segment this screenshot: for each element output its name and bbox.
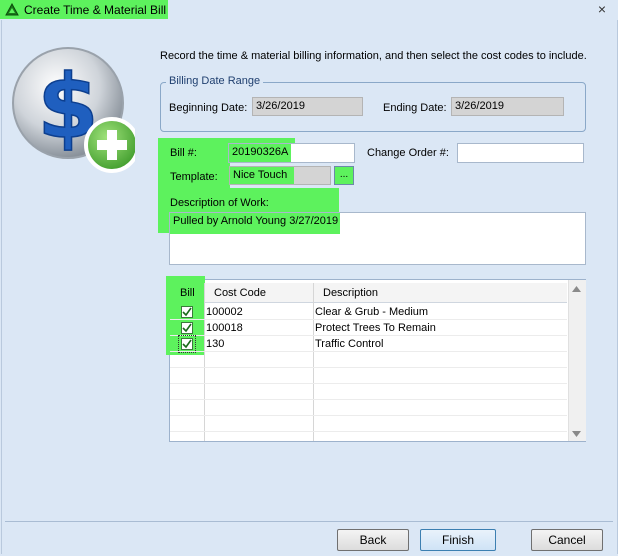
billing-date-range-title: Billing Date Range xyxy=(166,75,264,87)
row-divider xyxy=(170,383,567,384)
row-2-cost-code: 100018 xyxy=(206,322,243,334)
ending-date-field: 3/26/2019 xyxy=(451,97,564,116)
beginning-date-field: 3/26/2019 xyxy=(252,97,363,116)
row-3-cost-code: 130 xyxy=(206,338,225,350)
finish-button[interactable]: Finish xyxy=(420,529,496,551)
app-triangle-icon xyxy=(5,3,19,16)
grid-col-separator xyxy=(204,283,205,441)
beginning-date-label: Beginning Date: xyxy=(169,102,248,114)
checkmark-icon xyxy=(182,339,192,349)
ending-date-label: Ending Date: xyxy=(383,102,447,114)
money-add-logo-icon: $ xyxy=(12,47,135,173)
instructions-text: Record the time & material billing infor… xyxy=(160,50,587,62)
row-3-description: Traffic Control xyxy=(315,338,384,350)
row-2-description: Protect Trees To Remain xyxy=(315,322,436,334)
bill-number-label: Bill #: xyxy=(170,147,197,159)
row-divider xyxy=(170,351,567,352)
row-divider xyxy=(170,415,567,416)
template-label: Template: xyxy=(170,171,218,183)
close-button[interactable]: × xyxy=(595,1,609,17)
description-of-work-label: Description of Work: xyxy=(170,197,269,209)
row-1-cost-code: 100002 xyxy=(206,306,243,318)
checkmark-icon xyxy=(182,323,192,333)
grid-vertical-scrollbar[interactable] xyxy=(568,280,586,441)
description-of-work-input[interactable]: Pulled by Arnold Young 3/27/2019 xyxy=(169,212,586,265)
template-browse-button[interactable]: ... xyxy=(334,166,354,185)
scroll-up-arrow-icon[interactable] xyxy=(572,286,581,292)
row-divider xyxy=(170,431,567,432)
row-1-description: Clear & Grub - Medium xyxy=(315,306,429,318)
scroll-down-arrow-icon[interactable] xyxy=(572,431,581,437)
row-divider xyxy=(170,399,567,400)
checkmark-icon xyxy=(182,307,192,317)
back-button[interactable]: Back xyxy=(337,529,409,551)
change-order-input[interactable] xyxy=(457,143,584,163)
row-1-bill-checkbox[interactable] xyxy=(181,306,193,318)
cancel-button[interactable]: Cancel xyxy=(531,529,603,551)
column-header-description[interactable]: Description xyxy=(323,287,378,299)
column-header-cost-code[interactable]: Cost Code xyxy=(214,287,266,299)
row-2-bill-checkbox[interactable] xyxy=(181,322,193,334)
grid-col-separator xyxy=(313,283,314,441)
column-header-bill[interactable]: Bill xyxy=(180,287,195,299)
row-3-bill-checkbox[interactable] xyxy=(178,335,196,353)
window-title: Create Time & Material Bill xyxy=(24,3,167,17)
template-field: Nice Touch xyxy=(229,166,331,185)
change-order-label: Change Order #: xyxy=(367,147,449,159)
footer-divider xyxy=(5,521,613,522)
row-divider xyxy=(170,367,567,368)
bill-number-input[interactable]: 20190326A xyxy=(228,143,355,163)
